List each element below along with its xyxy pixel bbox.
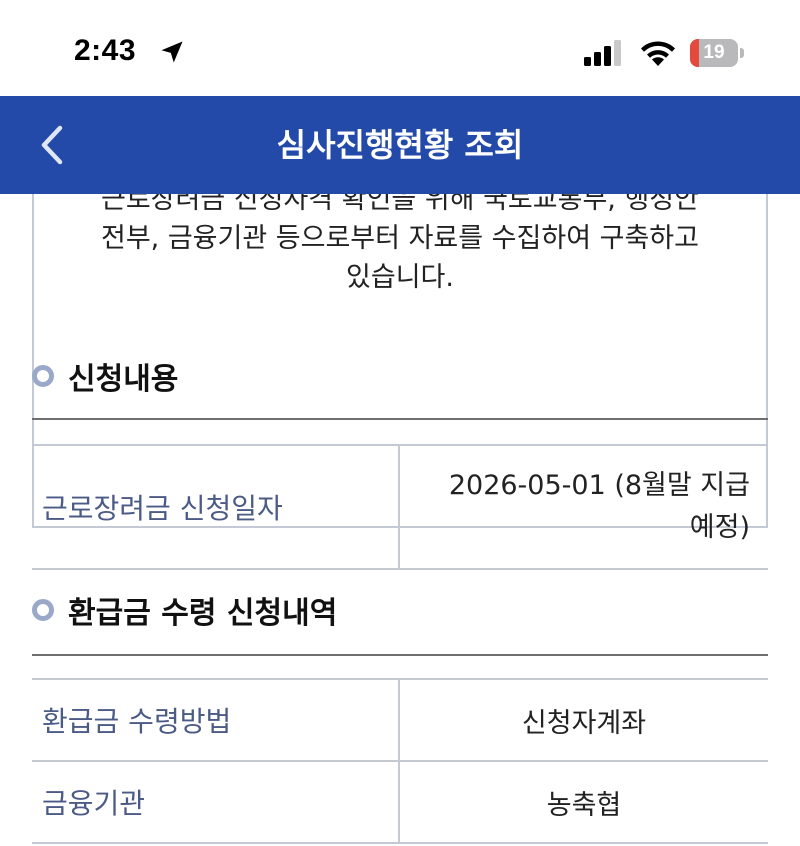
row-value: 농축협 [546,789,622,821]
table-row: 환급금 수령방법 신청자계좌 [32,680,768,762]
notice-line: 있습니다. [346,262,454,293]
row-value-line: 2026-05-01 (8월말 지급 [448,470,750,501]
row-label: 근로장려금 신청일자 [42,492,283,525]
battery-body: 19 [690,39,738,67]
row-value-line: 예정) [689,512,750,543]
section-divider [32,418,768,420]
refund-table: 환급금 수령방법 신청자계좌 금융기관 농축협 [32,678,768,844]
status-time: 2:43 [74,34,137,67]
notice-line: 전부, 금융기관 등으로부터 자료를 수집하여 구축하고 [101,223,699,254]
battery-level: 19 [703,42,725,63]
notice-line: 근로장려금 신청자격 확인을 위해 국토교통부, 행정안 [101,194,699,215]
section-title-text: 신청내용 [68,362,179,397]
section-divider [32,654,768,656]
content-scroll-area[interactable]: 근로장려금 신청자격 확인을 위해 국토교통부, 행정안 전부, 금융기관 등으… [0,194,800,846]
section-title-text: 환급금 수령 신청내역 [68,596,338,631]
row-label: 금융기관 [42,787,146,820]
back-button[interactable] [30,118,80,172]
nav-header: 심사진행현황 조회 [0,96,800,194]
table-row: 금융기관 농축협 [32,762,768,844]
row-value: 2026-05-01 (8월말 지급 예정) [400,446,768,568]
row-label: 환급금 수령방법 [42,705,232,738]
section-title-application: 신청내용 [32,354,178,398]
battery-icon: 19 [690,39,744,67]
table-row: 근로장려금 신청일자 2026-05-01 (8월말 지급 예정) [32,446,768,570]
circle-bullet-icon [32,365,54,387]
chevron-left-icon [41,125,63,165]
wifi-icon [641,41,675,66]
application-table: 근로장려금 신청일자 2026-05-01 (8월말 지급 예정) [32,444,768,570]
circle-bullet-icon [32,599,54,621]
page-title: 심사진행현황 조회 [276,126,524,164]
section-title-refund: 환급금 수령 신청내역 [32,588,337,632]
location-arrow-icon [161,41,183,63]
cellular-signal-icon [584,40,621,66]
status-bar: 2:43 19 [0,0,800,96]
battery-cap [740,48,744,58]
row-value: 신청자계좌 [521,707,647,739]
